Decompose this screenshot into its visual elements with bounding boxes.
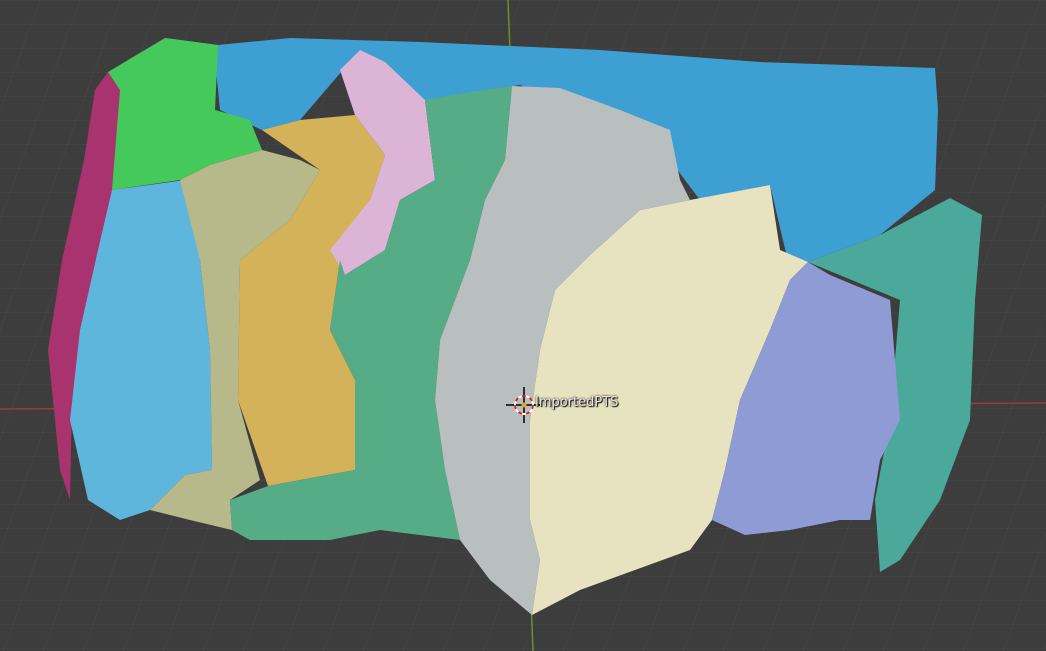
3d-viewport[interactable]: ImportedPTS bbox=[0, 0, 1046, 651]
viewport-scene[interactable] bbox=[0, 0, 1046, 651]
object-name-label: ImportedPTS bbox=[535, 395, 619, 410]
